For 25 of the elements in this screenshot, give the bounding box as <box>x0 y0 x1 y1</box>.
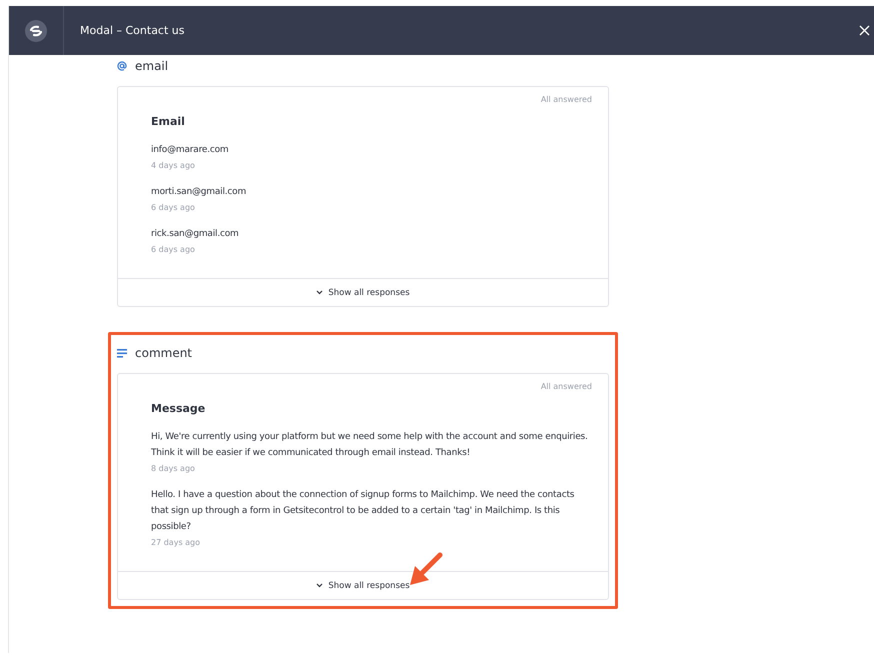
caret-icon <box>316 290 324 295</box>
response-text: Hi, We're currently using your platform but we need some help with the account and some enquiries. Think it will be easier if we communicated through email instead. Thanks! <box>151 431 589 460</box>
response-time: 4 days ago <box>151 161 196 170</box>
response-time: 6 days ago <box>151 203 196 212</box>
response-text: Hello. I have a question about the connection of signup forms to Mailchimp. We need the contacts that sign up through a form in Getsitecontrol to be added to a certain 'tag' in Mailchimp. Is this possible? <box>151 489 576 534</box>
field-label: email <box>135 59 168 73</box>
status-label: All answered <box>540 382 592 391</box>
status-label: All answered <box>540 95 592 104</box>
at-sign-icon <box>117 61 127 71</box>
response-time: 8 days ago <box>151 464 196 473</box>
caret-icon <box>316 583 324 588</box>
card-title: Email <box>151 115 186 128</box>
close-button[interactable] <box>859 25 870 36</box>
show-all-button[interactable]: Show all responses <box>312 286 414 300</box>
response-time: 6 days ago <box>151 245 196 254</box>
response-text: rick.san@gmail.com <box>151 228 240 241</box>
response-text: info@marare.com <box>151 144 230 157</box>
response-time: 27 days ago <box>151 538 202 547</box>
show-all-button[interactable]: Show all responses <box>312 578 414 592</box>
window-title: Modal – Contact us <box>80 24 186 37</box>
card-title: Message <box>151 402 206 415</box>
lines-icon <box>117 348 127 358</box>
field-label: comment <box>135 346 192 360</box>
logo-icon[interactable] <box>25 20 47 42</box>
response-text: morti.san@gmail.com <box>151 186 248 199</box>
